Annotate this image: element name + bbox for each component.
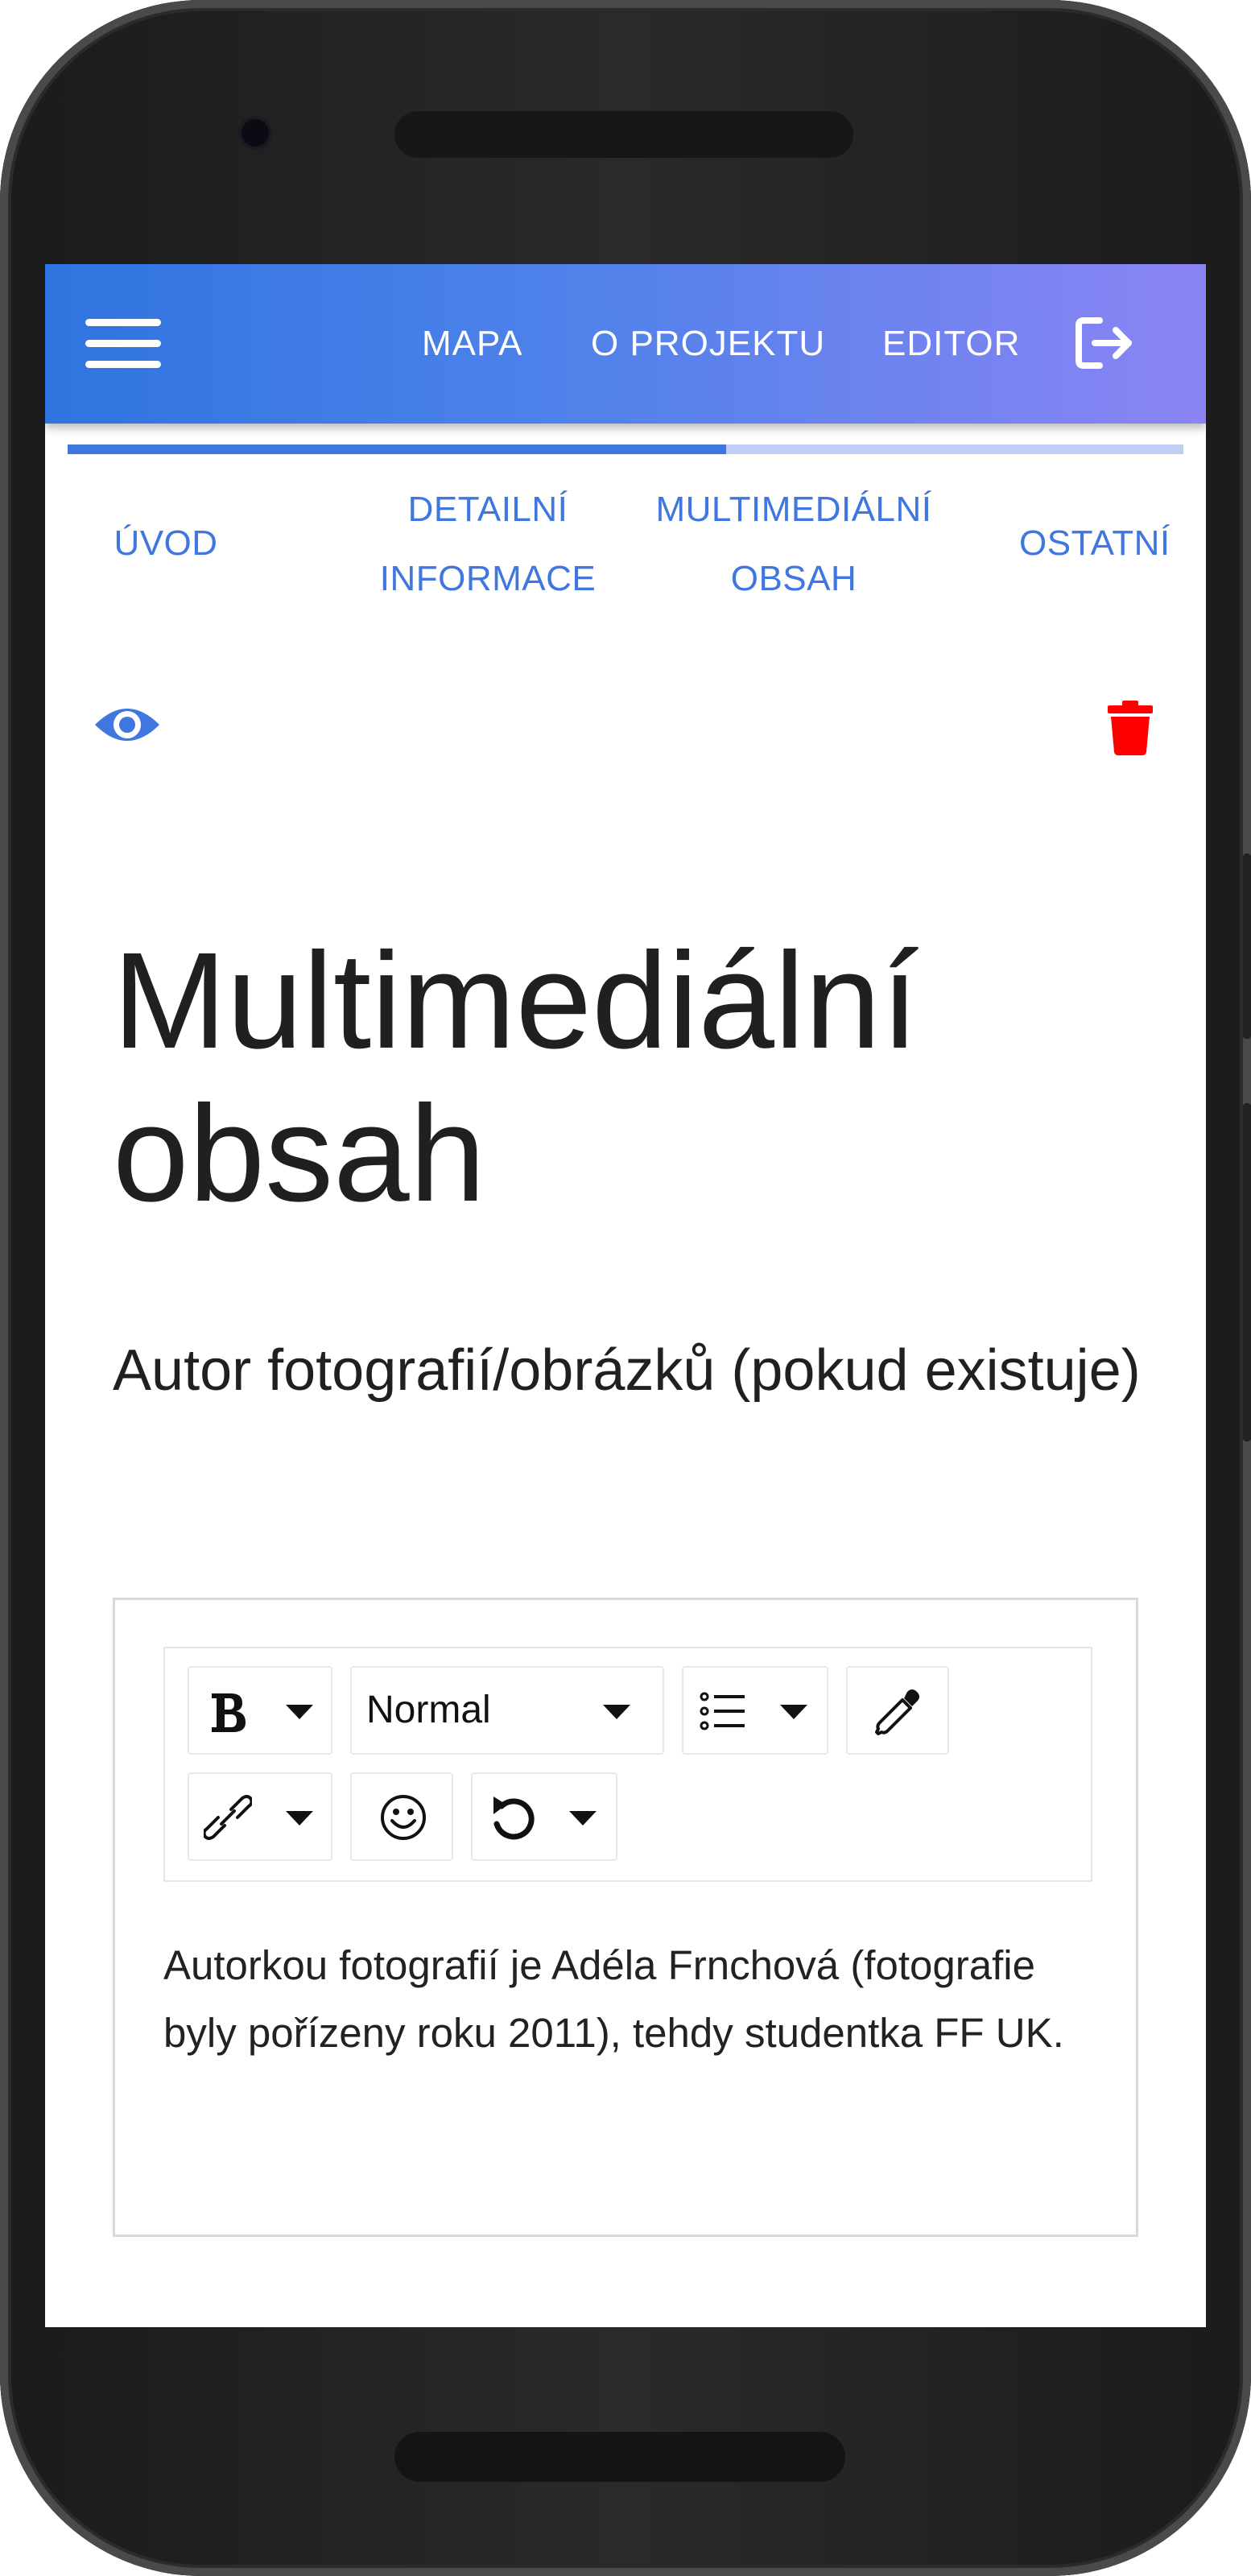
chevron-down-icon — [286, 1811, 313, 1826]
block-type-value: Normal — [366, 1689, 491, 1731]
chevron-down-icon — [569, 1811, 597, 1826]
stepper-progress-fill — [68, 444, 726, 454]
tab-detailni-label-line2: INFORMACE — [379, 559, 597, 598]
eyedropper-icon — [875, 1689, 919, 1735]
side-button-power — [1243, 854, 1251, 1039]
undo-icon — [493, 1797, 535, 1840]
bold-icon — [212, 1693, 246, 1732]
logout-icon[interactable] — [1072, 314, 1137, 372]
nav-link-editor[interactable]: EDITOR — [882, 264, 1020, 424]
eye-icon[interactable] — [92, 699, 163, 750]
page-title: Multimediální obsah — [113, 924, 919, 1230]
list-dropdown-button[interactable] — [682, 1666, 828, 1755]
tab-detailni-label-line1: DETAILNÍ — [407, 490, 568, 529]
chevron-down-icon — [780, 1705, 807, 1719]
emoji-button[interactable] — [350, 1772, 453, 1861]
history-dropdown-button[interactable] — [471, 1772, 617, 1861]
color-picker-button[interactable] — [846, 1666, 949, 1755]
chevron-down-icon — [286, 1705, 313, 1719]
smiley-icon — [381, 1795, 426, 1840]
tab-detailni-informace[interactable]: DETAILNÍ INFORMACE — [343, 475, 633, 614]
tab-multimedialni-label-line2: OBSAH — [730, 559, 857, 598]
phone-frame: MAPA O PROJEKTU EDITOR ÚVOD DETAILNÍ INF… — [0, 0, 1251, 2576]
editor-content[interactable]: Autorkou fotografií je Adéla Frnchová (f… — [163, 1932, 1097, 2067]
chevron-down-icon — [603, 1705, 630, 1719]
tab-uvod[interactable]: ÚVOD — [77, 509, 254, 578]
nav-link-o-projektu[interactable]: O PROJEKTU — [591, 264, 825, 424]
screen: MAPA O PROJEKTU EDITOR ÚVOD DETAILNÍ INF… — [45, 264, 1206, 2327]
block-type-dropdown[interactable]: Normal — [350, 1666, 664, 1755]
bold-dropdown-button[interactable] — [188, 1666, 332, 1755]
bottom-speaker — [394, 2432, 845, 2482]
link-dropdown-button[interactable] — [188, 1772, 332, 1861]
list-icon — [700, 1692, 745, 1730]
earpiece-speaker — [394, 111, 853, 158]
trash-icon[interactable] — [1106, 699, 1154, 757]
tab-multimedialni-label-line1: MULTIMEDIÁLNÍ — [655, 490, 932, 529]
tab-multimedialni-obsah[interactable]: MULTIMEDIÁLNÍ OBSAH — [633, 475, 955, 614]
field-label-photo-author: Autor fotografií/obrázků (pokud existuje… — [113, 1338, 1141, 1403]
editor-toolbar: Normal — [163, 1647, 1092, 1882]
link-icon — [204, 1795, 252, 1840]
nav-link-mapa[interactable]: MAPA — [422, 264, 522, 424]
tab-ostatni-label: OSTATNÍ — [1019, 523, 1170, 563]
tab-ostatni[interactable]: OSTATNÍ — [1019, 509, 1206, 578]
front-camera — [242, 119, 269, 147]
hamburger-menu-icon[interactable] — [85, 316, 161, 370]
tab-uvod-label: ÚVOD — [114, 523, 218, 563]
rich-text-editor: Normal Autorkou fotografií je Adéla Frnc… — [113, 1598, 1138, 2237]
app-bar: MAPA O PROJEKTU EDITOR — [45, 264, 1206, 424]
stepper-progress-track — [68, 444, 1183, 454]
side-button-volume — [1243, 1103, 1251, 1441]
